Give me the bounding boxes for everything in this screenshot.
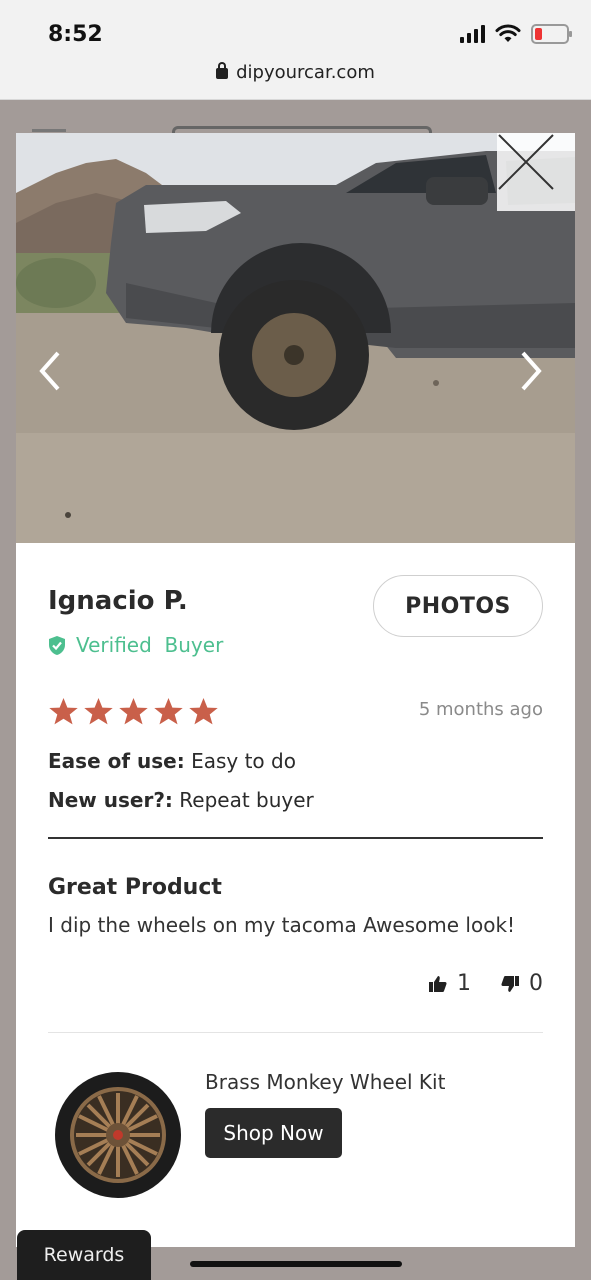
- status-icons: [460, 24, 572, 44]
- review-votes: 1 0: [429, 971, 543, 996]
- downvote-count: 0: [529, 971, 543, 996]
- section-divider: [48, 1032, 543, 1033]
- shield-check-icon: [49, 635, 65, 655]
- browser-top-bar: 8:52 dipyourcar.com: [0, 0, 591, 100]
- star-icon: [119, 697, 148, 725]
- truck-photo-illustration: [16, 133, 575, 543]
- review-photo: [16, 133, 575, 543]
- attribute-value: Repeat buyer: [179, 788, 314, 812]
- status-time: 8:52: [48, 22, 103, 47]
- lock-icon: [216, 62, 229, 79]
- star-icon: [49, 697, 78, 725]
- upvote-button[interactable]: 1: [429, 971, 471, 996]
- downvote-button[interactable]: 0: [501, 971, 543, 996]
- verified-buyer-badge: Verified Buyer: [48, 633, 223, 657]
- review-body: I dip the wheels on my tacoma Awesome lo…: [48, 913, 516, 937]
- shop-now-button[interactable]: Shop Now: [205, 1108, 342, 1158]
- product-name[interactable]: Brass Monkey Wheel Kit: [205, 1070, 445, 1094]
- battery-icon: [531, 24, 572, 44]
- photos-button[interactable]: PHOTOS: [373, 575, 543, 637]
- attribute-new-user: New user?: Repeat buyer: [48, 788, 314, 812]
- star-icon: [154, 697, 183, 725]
- attribute-value: Easy to do: [191, 749, 296, 773]
- home-indicator: [190, 1261, 402, 1267]
- address-bar[interactable]: dipyourcar.com: [0, 62, 591, 83]
- review-modal: Ignacio P. Verified Buyer PHOTOS 5 month…: [16, 133, 575, 1247]
- attribute-ease-of-use: Ease of use: Easy to do: [48, 749, 296, 773]
- star-rating: [48, 696, 219, 727]
- wifi-icon: [495, 24, 521, 42]
- thumbs-down-icon: [501, 975, 519, 992]
- url-text: dipyourcar.com: [236, 62, 375, 83]
- cellular-signal-icon: [460, 25, 485, 43]
- close-button[interactable]: [497, 133, 575, 211]
- next-photo-button[interactable]: [519, 351, 549, 391]
- background-menu-icon: [32, 129, 66, 132]
- section-divider: [48, 837, 543, 839]
- review-date: 5 months ago: [418, 699, 543, 720]
- attribute-label: New user?:: [48, 788, 173, 812]
- close-icon: [498, 134, 554, 190]
- reviewer-name: Ignacio P.: [48, 586, 188, 616]
- previous-photo-button[interactable]: [38, 351, 68, 391]
- chevron-right-icon: [521, 351, 542, 391]
- product-wheel-image[interactable]: [54, 1071, 182, 1199]
- review-title: Great Product: [48, 875, 222, 900]
- rewards-tab-button[interactable]: Rewards: [17, 1230, 151, 1280]
- upvote-count: 1: [457, 971, 471, 996]
- star-icon: [189, 697, 218, 725]
- attribute-label: Ease of use:: [48, 749, 185, 773]
- star-icon: [84, 697, 113, 725]
- verified-label: Verified Buyer: [76, 633, 224, 657]
- chevron-left-icon: [39, 351, 60, 391]
- thumbs-up-icon: [429, 975, 447, 992]
